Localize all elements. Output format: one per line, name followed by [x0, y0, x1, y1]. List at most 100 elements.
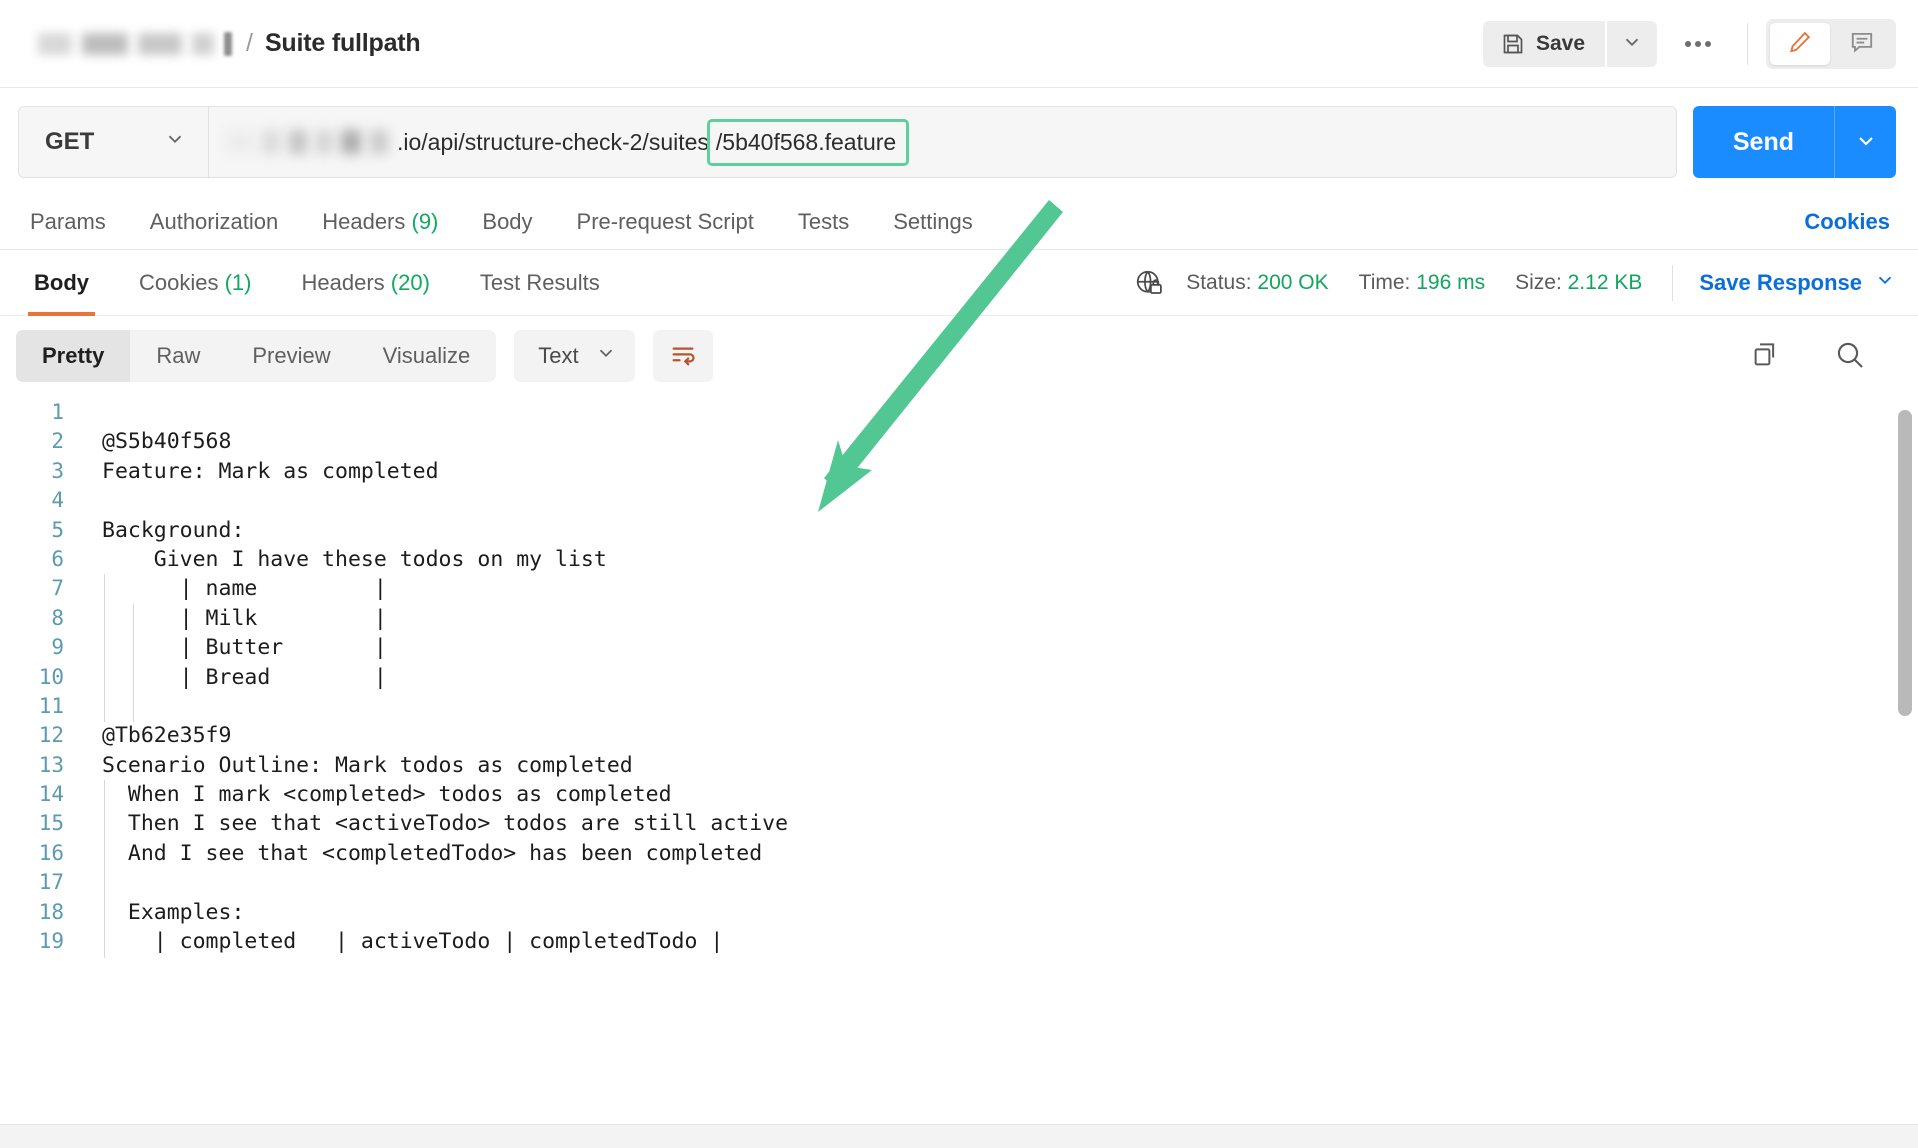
indent-guide-2	[133, 604, 134, 722]
url-input[interactable]: .io/api/structure-check-2/suites /5b40f5…	[209, 107, 1676, 177]
line-number: 18	[38, 899, 64, 924]
save-options-button[interactable]	[1607, 20, 1657, 67]
line-number: 1	[51, 400, 64, 424]
code-scrollbar-track[interactable]	[1898, 398, 1912, 958]
view-mode-group	[1766, 18, 1896, 69]
tab-count: (1)	[224, 269, 252, 295]
page-title: Suite fullpath	[264, 29, 421, 57]
tab-label: Body	[482, 208, 533, 234]
tab-label: Params	[30, 208, 106, 234]
code-line: 2 @S5b40f568	[0, 427, 1918, 456]
view-mode-pretty[interactable]: Pretty	[16, 330, 131, 382]
code-line: 8 | Milk |	[0, 604, 1918, 633]
line-text: Background:	[102, 517, 245, 543]
code-line: 14 When I mark <completed> todos as comp…	[0, 780, 1918, 809]
line-number: 17	[38, 870, 64, 895]
size-info: Size: 2.12 KB	[1515, 271, 1642, 295]
more-actions-button[interactable]	[1667, 21, 1729, 67]
code-line: 4	[0, 486, 1918, 515]
code-line: 9 | Butter |	[0, 633, 1918, 662]
tab-count: (20)	[390, 269, 430, 295]
tab-authorization[interactable]: Authorization	[128, 209, 300, 235]
view-mode-preview[interactable]: Preview	[226, 330, 356, 382]
send-button-group: Send	[1692, 106, 1896, 178]
send-options-button[interactable]	[1834, 106, 1896, 178]
line-text: | Milk |	[102, 605, 387, 631]
tab-label: Test Results	[479, 269, 600, 295]
response-meta: Status: 200 OK Time: 196 ms Size: 2.12 K…	[1134, 264, 1896, 301]
code-scrollbar-thumb[interactable]	[1898, 410, 1912, 716]
chevron-down-icon	[1874, 269, 1896, 297]
status-value: 200 OK	[1257, 270, 1329, 294]
tab-headers[interactable]: Headers (9)	[300, 209, 460, 235]
view-mode-raw[interactable]: Raw	[130, 330, 226, 382]
tab-tests[interactable]: Tests	[776, 209, 871, 235]
line-number: 6	[51, 546, 64, 571]
view-mode-visualize[interactable]: Visualize	[357, 330, 497, 382]
tab-label: Tests	[797, 208, 850, 234]
save-button-label: Save	[1535, 31, 1585, 55]
url-redacted-6	[370, 130, 388, 154]
breadcrumb[interactable]: / Suite fullpath	[38, 29, 1483, 58]
response-tab-body[interactable]: Body	[28, 250, 95, 316]
code-line: 11	[0, 692, 1918, 721]
comment-icon	[1849, 29, 1875, 58]
send-button[interactable]: Send	[1692, 106, 1834, 178]
url-redacted-5	[341, 130, 361, 154]
search-button[interactable]	[1828, 338, 1872, 375]
format-selector[interactable]: Text	[514, 330, 635, 382]
meta-divider	[1672, 264, 1674, 301]
method-label: GET	[45, 128, 95, 155]
line-number: 3	[51, 458, 64, 483]
code-line: 17	[0, 868, 1918, 897]
response-tab-headers[interactable]: Headers (20)	[296, 250, 436, 316]
chevron-down-icon	[595, 342, 617, 370]
url-highlighted-segment: /5b40f568.feature	[706, 118, 910, 166]
tab-settings[interactable]: Settings	[871, 209, 995, 235]
breadcrumb-redacted-5	[224, 31, 232, 56]
globe-lock-icon[interactable]	[1134, 268, 1164, 298]
tab-body[interactable]: Body	[460, 209, 554, 235]
size-label: Size:	[1515, 270, 1562, 294]
cookies-link[interactable]: Cookies	[1804, 209, 1896, 235]
save-response-button[interactable]: Save Response	[1699, 269, 1896, 297]
response-tab-test-results[interactable]: Test Results	[474, 250, 606, 316]
copy-button[interactable]	[1744, 339, 1786, 374]
tab-pre-request-script[interactable]: Pre-request Script	[555, 209, 776, 235]
word-wrap-icon	[669, 341, 697, 372]
status-info: Status: 200 OK	[1186, 271, 1328, 295]
line-number: 5	[51, 517, 64, 542]
word-wrap-toggle[interactable]	[652, 330, 713, 382]
line-number: 10	[38, 664, 64, 689]
code-line: 1	[0, 398, 1918, 427]
url-redacted-3	[289, 130, 307, 154]
url-redacted-2	[262, 130, 280, 154]
line-number: 19	[38, 929, 64, 954]
save-button[interactable]: Save	[1482, 20, 1605, 67]
line-number: 4	[51, 488, 64, 513]
tab-params[interactable]: Params	[22, 209, 128, 235]
tab-label: Authorization	[149, 208, 279, 234]
comment-mode-button[interactable]	[1832, 23, 1892, 65]
response-header: Body Cookies (1) Headers (20) Test Resul…	[0, 250, 1918, 316]
status-label: Status:	[1186, 270, 1252, 294]
edit-mode-button[interactable]	[1770, 22, 1830, 65]
code-line: 12 @Tb62e35f9	[0, 721, 1918, 750]
tab-label: Cookies	[139, 269, 219, 295]
time-info: Time: 196 ms	[1359, 271, 1485, 295]
method-selector[interactable]: GET	[19, 107, 209, 177]
response-body-toolbar: Pretty Raw Preview Visualize Text	[0, 316, 1918, 392]
response-tab-cookies[interactable]: Cookies (1)	[133, 250, 258, 316]
header-actions: Save	[1482, 18, 1896, 69]
floppy-disk-icon	[1501, 32, 1525, 56]
url-redacted-1	[227, 130, 253, 154]
code-line: 5 Background:	[0, 516, 1918, 545]
line-number: 16	[38, 840, 64, 865]
body-toolbar-actions	[1744, 338, 1896, 375]
line-text: | Butter |	[102, 635, 387, 661]
response-body-code[interactable]: 1 2 @S5b40f568 3 Feature: Mark as completed 4…	[0, 398, 1918, 958]
url-bar: GET .io/api/structure-check-2/suites /5b…	[18, 106, 1677, 178]
code-line-list: 1 2 @S5b40f568 3 Feature: Mark as completed 4…	[0, 398, 1918, 956]
chevron-down-icon	[1854, 129, 1878, 156]
line-text: When I mark <completed> todos as complet…	[102, 782, 672, 808]
